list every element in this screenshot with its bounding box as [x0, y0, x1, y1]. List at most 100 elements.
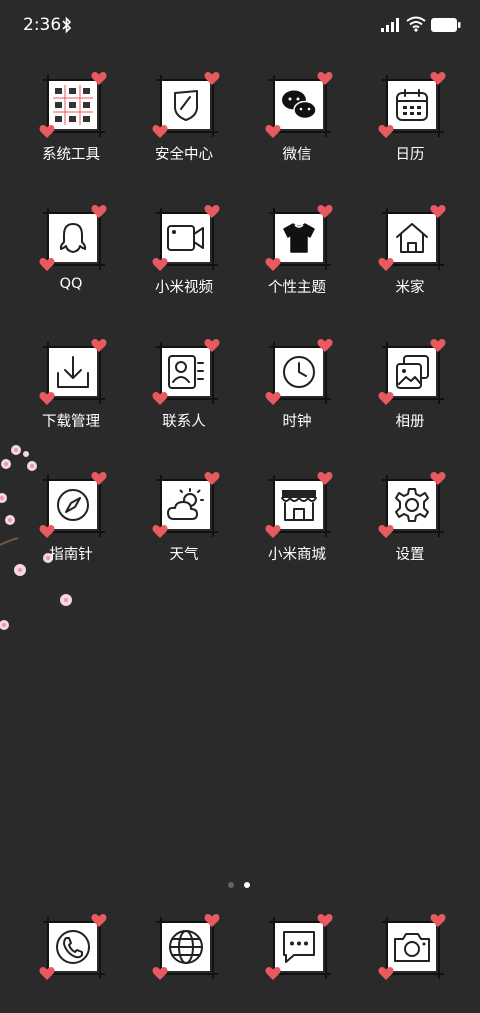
app-clock[interactable]: 时钟 — [237, 339, 347, 450]
app-home[interactable]: 米家 — [350, 205, 460, 316]
heart-icon — [39, 524, 55, 539]
app-tile — [49, 81, 97, 129]
heart-icon — [317, 338, 333, 353]
app-tile-frame — [39, 472, 107, 538]
tile-frame-line — [438, 214, 440, 270]
app-tile — [162, 348, 210, 396]
tile-frame-line — [275, 131, 331, 133]
battery-icon — [431, 18, 461, 32]
heart-icon — [91, 913, 107, 928]
tile-frame-line — [212, 348, 214, 404]
tile-frame-line — [388, 531, 444, 533]
app-label: 米家 — [395, 280, 425, 296]
app-tile-frame — [378, 472, 446, 538]
tile-frame-line — [162, 131, 218, 133]
heart-icon — [152, 257, 168, 272]
tile-frame-line — [99, 923, 101, 979]
tile-frame-line — [49, 531, 105, 533]
tile-frame-line — [49, 973, 105, 975]
heart-icon — [204, 913, 220, 928]
tile-frame-line — [438, 923, 440, 979]
dock-camera[interactable] — [350, 913, 460, 1013]
tile-frame-line — [438, 81, 440, 137]
app-tile-frame — [152, 205, 220, 271]
app-shield[interactable]: 安全中心 — [124, 72, 234, 183]
heart-icon — [91, 204, 107, 219]
app-tshirt[interactable]: 个性主题 — [237, 205, 347, 316]
app-tile — [275, 348, 323, 396]
heart-icon — [91, 338, 107, 353]
app-penguin[interactable]: QQ — [11, 204, 121, 316]
penguin-icon — [55, 220, 91, 256]
app-tile — [49, 348, 97, 396]
video-camera-icon — [166, 222, 206, 254]
app-calendar[interactable]: 日历 — [350, 71, 460, 183]
app-weather[interactable]: 天气 — [124, 472, 234, 583]
app-grid-tools[interactable]: 系统工具 — [11, 71, 121, 183]
shield-icon — [168, 87, 204, 123]
tile-frame-line — [99, 81, 101, 137]
app-tile-frame — [265, 339, 333, 405]
app-label: 系统工具 — [42, 147, 100, 163]
tile-frame-line — [388, 264, 444, 266]
tile-frame-line — [99, 214, 101, 270]
clock-icon — [280, 353, 318, 391]
app-tile — [49, 214, 97, 262]
tile-frame-line — [275, 531, 331, 533]
globe-icon — [167, 928, 205, 966]
download-icon — [54, 353, 92, 391]
app-tile-frame — [265, 205, 333, 271]
gear-icon — [393, 486, 431, 524]
tile-frame-line — [438, 481, 440, 537]
tile-frame-line — [275, 264, 331, 266]
app-label: 下载管理 — [42, 414, 100, 430]
app-label: 安全中心 — [155, 147, 213, 163]
heart-icon — [152, 124, 168, 139]
dock-globe[interactable] — [124, 914, 234, 1013]
tile-frame-line — [212, 481, 214, 537]
heart-icon — [430, 71, 446, 86]
app-compass[interactable]: 指南针 — [11, 472, 121, 583]
dock-phone[interactable] — [11, 914, 121, 1013]
app-gear[interactable]: 设置 — [350, 472, 460, 583]
camera-icon — [392, 929, 432, 965]
tile-frame-line — [325, 348, 327, 404]
tile-frame-line — [162, 531, 218, 533]
home-icon — [393, 220, 431, 256]
tile-frame-line — [438, 348, 440, 404]
dock-message[interactable] — [237, 914, 347, 1013]
app-tile-frame — [39, 914, 107, 980]
app-video-camera[interactable]: 小米视频 — [124, 205, 234, 316]
app-gallery[interactable]: 相册 — [350, 339, 460, 450]
heart-icon — [265, 391, 281, 406]
heart-icon — [91, 71, 107, 86]
grid-tools-icon — [51, 83, 95, 127]
tile-frame-line — [212, 81, 214, 137]
app-tile — [388, 481, 436, 529]
app-tile-frame — [378, 339, 446, 405]
page-dot-2[interactable] — [244, 882, 250, 888]
app-contact-card[interactable]: 联系人 — [124, 339, 234, 450]
heart-icon — [378, 966, 394, 981]
page-dot-1[interactable] — [228, 882, 234, 888]
tile-frame-line — [275, 973, 331, 975]
tile-frame-line — [49, 264, 105, 266]
tshirt-icon — [280, 220, 318, 256]
heart-icon — [317, 471, 333, 486]
compass-icon — [54, 486, 92, 524]
heart-icon — [430, 913, 446, 928]
status-time: 2:36 — [23, 15, 62, 35]
app-tile-frame — [152, 914, 220, 980]
phone-icon — [54, 928, 92, 966]
app-tile-frame — [152, 472, 220, 538]
tile-frame-line — [325, 481, 327, 537]
app-download[interactable]: 下载管理 — [11, 338, 121, 450]
app-wechat[interactable]: 微信 — [237, 72, 347, 183]
tile-frame-line — [388, 398, 444, 400]
app-label: 联系人 — [162, 414, 206, 430]
heart-icon — [430, 471, 446, 486]
app-tile — [162, 81, 210, 129]
heart-icon — [317, 204, 333, 219]
app-store[interactable]: 小米商城 — [237, 471, 347, 583]
bluetooth-icon — [62, 16, 72, 34]
